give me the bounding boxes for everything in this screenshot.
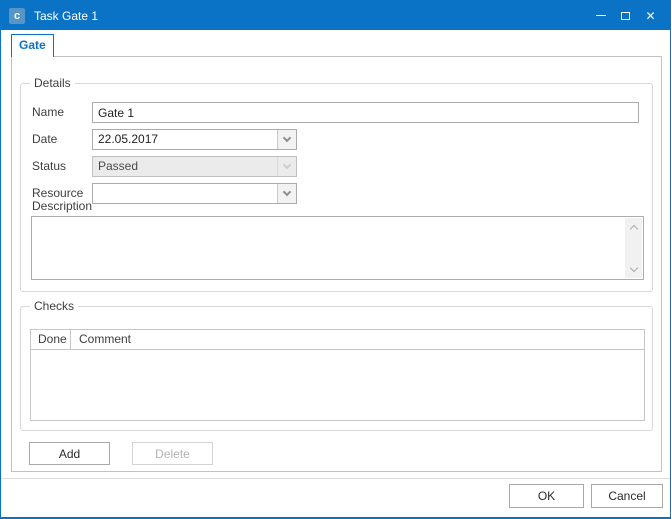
details-legend: Details <box>30 76 75 91</box>
scroll-down-button[interactable] <box>625 265 642 273</box>
close-button[interactable]: ✕ <box>638 1 663 30</box>
window-controls: ✕ <box>588 1 663 30</box>
chevron-down-icon <box>283 134 291 142</box>
checks-legend: Checks <box>30 299 78 314</box>
scroll-up-button[interactable] <box>625 223 642 231</box>
description-label: Description <box>32 199 92 213</box>
chevron-up-icon <box>629 224 637 232</box>
description-scrollbar[interactable] <box>625 218 642 278</box>
column-header-comment[interactable]: Comment <box>71 330 644 349</box>
column-header-done[interactable]: Done <box>31 330 71 349</box>
date-label: Date <box>32 129 57 150</box>
add-button[interactable]: Add <box>29 442 110 465</box>
date-combobox-value: 22.05.2017 <box>93 130 277 149</box>
checks-table: Done Comment <box>30 329 645 421</box>
chevron-down-icon <box>283 161 291 169</box>
delete-button: Delete <box>132 442 213 465</box>
status-dropdown-button <box>277 157 296 176</box>
minimize-icon <box>596 15 606 16</box>
cancel-button[interactable]: Cancel <box>591 484 663 508</box>
window-title: Task Gate 1 <box>34 9 98 23</box>
dialog-window: c Task Gate 1 ✕ Gate Details Name Date 2… <box>0 0 671 519</box>
checks-table-header: Done Comment <box>31 330 644 350</box>
status-combobox: Passed <box>92 156 297 177</box>
close-icon: ✕ <box>645 10 655 22</box>
date-combobox[interactable]: 22.05.2017 <box>92 129 297 150</box>
resource-combobox-value <box>93 184 277 203</box>
name-input[interactable] <box>92 102 639 123</box>
maximize-icon <box>621 12 630 20</box>
tab-page-panel: Details Name Date 22.05.2017 Status Pass… <box>11 56 662 472</box>
resource-dropdown-button <box>277 184 296 203</box>
description-textarea[interactable] <box>31 216 644 280</box>
details-groupbox: Details Name Date 22.05.2017 Status Pass… <box>20 83 653 292</box>
status-combobox-value: Passed <box>93 157 277 176</box>
checks-groupbox: Checks Done Comment <box>20 306 653 431</box>
chevron-down-icon <box>629 263 637 271</box>
footer-separator <box>1 478 670 479</box>
titlebar: c Task Gate 1 ✕ <box>1 1 670 30</box>
date-dropdown-button <box>277 130 296 149</box>
checks-table-body <box>31 350 644 420</box>
resource-combobox[interactable] <box>92 183 297 204</box>
ok-button[interactable]: OK <box>509 484 584 508</box>
status-label: Status <box>32 156 66 177</box>
chevron-down-icon <box>283 188 291 196</box>
maximize-button[interactable] <box>613 1 638 30</box>
tab-gate[interactable]: Gate <box>11 34 54 57</box>
name-label: Name <box>32 102 64 123</box>
minimize-button[interactable] <box>588 1 613 30</box>
app-icon: c <box>9 8 25 24</box>
